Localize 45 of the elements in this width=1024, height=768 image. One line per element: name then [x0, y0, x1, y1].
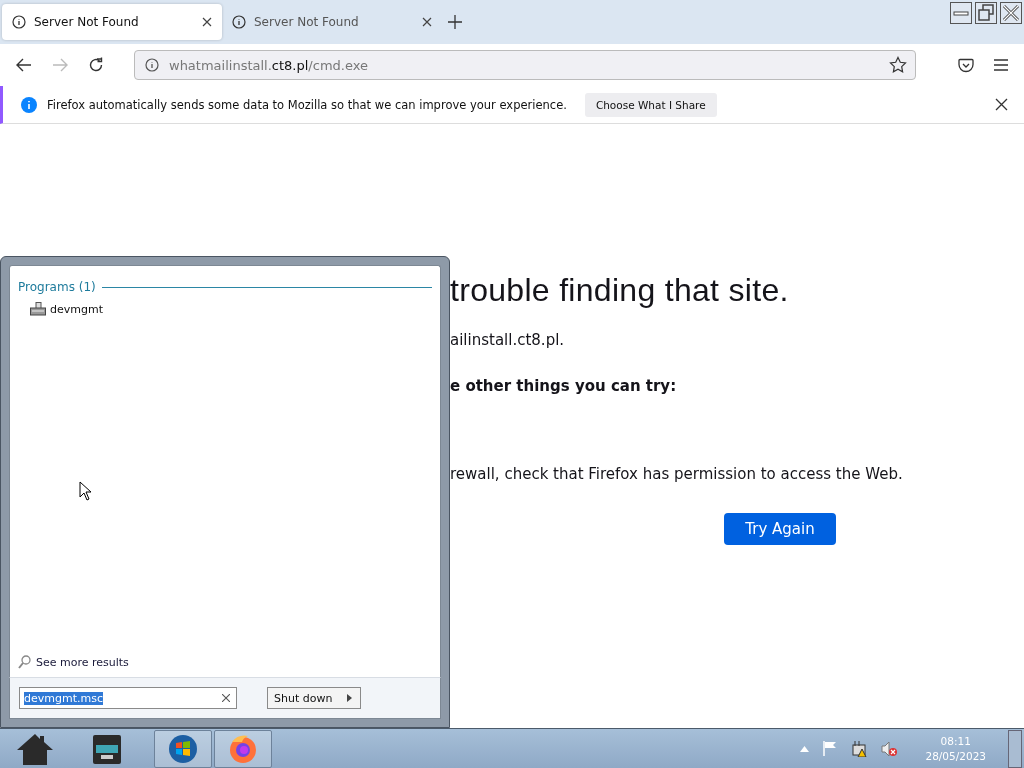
clear-icon[interactable]: [222, 694, 230, 702]
notification-message: Firefox automatically sends some data to Mozilla so that we can improve your experience.: [47, 97, 567, 112]
house-icon: [16, 732, 54, 765]
search-field[interactable]: devmgmt.msc: [19, 687, 237, 709]
restore-icon[interactable]: [975, 2, 997, 24]
program-item[interactable]: devmgmt: [30, 302, 103, 316]
minimize-icon[interactable]: [950, 2, 972, 24]
taskbar-button[interactable]: [154, 729, 212, 768]
new-tab-icon[interactable]: [448, 15, 462, 29]
menu-icon[interactable]: [994, 59, 1008, 71]
bookmark-star-icon[interactable]: [889, 56, 907, 74]
speaker-muted-icon[interactable]: [881, 740, 898, 757]
device-manager-icon: [30, 302, 46, 316]
shut-down-button[interactable]: Shut down: [267, 687, 361, 709]
reload-icon[interactable]: [88, 57, 104, 73]
show-desktop-button[interactable]: [1008, 729, 1022, 768]
file-cabinet-icon: [92, 732, 122, 765]
error-title: trouble finding that site.: [450, 272, 790, 309]
network-warning-icon[interactable]: [851, 740, 868, 757]
caret-icon: [347, 694, 352, 702]
choose-share-button[interactable]: Choose What I Share: [584, 92, 717, 117]
address-bar[interactable]: whatmailinstall.ct8.pl/cmd.exe: [134, 50, 916, 80]
section-heading: Programs (1): [18, 280, 96, 294]
browser-tab[interactable]: Server Not Found: [222, 4, 442, 40]
close-icon[interactable]: [422, 17, 432, 27]
try-again-button[interactable]: Try Again: [724, 513, 836, 545]
see-more-results-link[interactable]: See more results: [18, 655, 129, 669]
info-icon: [21, 96, 37, 113]
pocket-icon[interactable]: [958, 57, 974, 73]
mouse-cursor-icon: [79, 481, 92, 501]
search-icon: [18, 655, 31, 669]
info-icon: [232, 15, 246, 29]
error-text: ailinstall.ct8.pl.: [450, 331, 566, 349]
firefox-icon: [228, 733, 258, 764]
suggestions-heading: e other things you can try:: [450, 377, 678, 395]
suggestion-text: rewall, check that Firefox has permission to access the Web.: [450, 465, 904, 483]
close-icon[interactable]: [202, 17, 212, 27]
back-icon[interactable]: [16, 58, 32, 72]
url-text: whatmailinstall.ct8.pl/cmd.exe: [169, 57, 369, 73]
start-orb-icon: [168, 733, 198, 764]
info-icon: [12, 15, 26, 29]
browser-tab[interactable]: Server Not Found: [2, 4, 222, 40]
info-icon: [145, 58, 159, 72]
close-icon[interactable]: [995, 98, 1008, 111]
close-icon[interactable]: [1000, 2, 1022, 24]
